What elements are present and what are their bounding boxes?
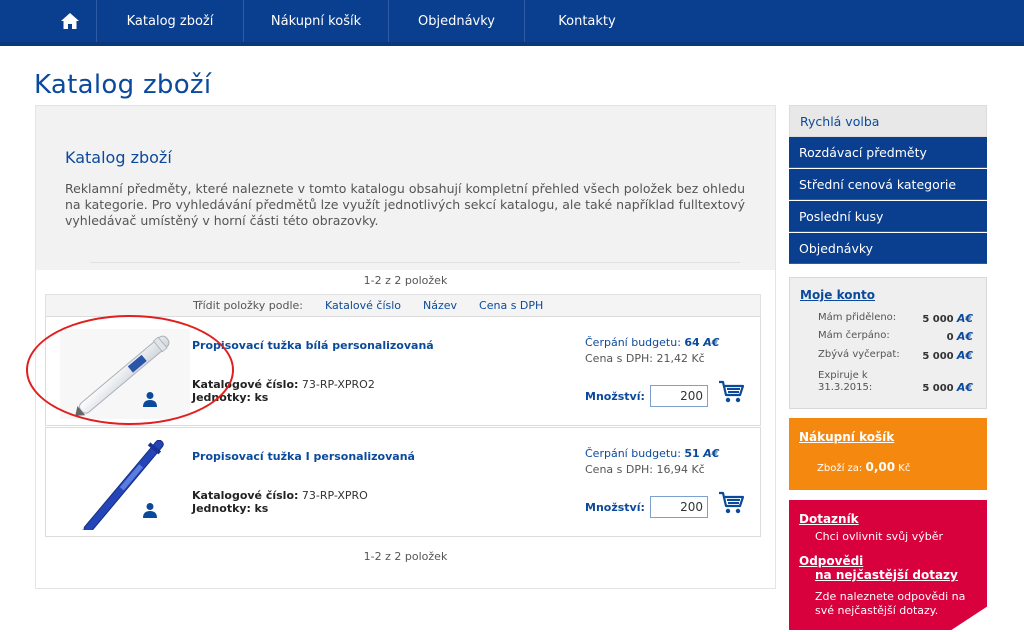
quantity-input[interactable]: [650, 496, 708, 518]
quantity-label: Množství:: [585, 501, 645, 514]
currency-icon: A€: [956, 349, 973, 362]
account-row-value: 0: [946, 332, 954, 343]
code-label: Katalogové číslo:: [192, 489, 299, 502]
account-row-expires: Expiruje k 31.3.2015: 5 000 A€: [818, 370, 973, 394]
product-units: ks: [254, 391, 269, 404]
faq-text: Zde naleznete odpovědi na své nejčastějš…: [815, 590, 966, 617]
survey-faq-box: Dotazník Chci ovlivnit svůj výběr Odpově…: [789, 500, 987, 630]
sidebar-item-giveaways[interactable]: Rozdávací předměty: [789, 137, 987, 168]
product-image-blue-pen[interactable]: [60, 440, 190, 530]
content-description: Reklamní předměty, které naleznete v tom…: [65, 181, 745, 228]
sort-label: Třídit položky podle:: [193, 299, 304, 312]
product-budget: Čerpání budgetu: 64 A€ Cena s DPH: 21,42…: [585, 335, 719, 367]
cart-link[interactable]: Nákupní košík: [799, 430, 894, 444]
cart-currency: Kč: [898, 463, 911, 474]
account-row-date: 31.3.2015:: [818, 382, 873, 393]
product-row: Propisovací tužka I personalizovaná Kata…: [45, 427, 761, 537]
currency-icon: A€: [956, 381, 973, 394]
main-nav: Katalog zboží Nákupní košík Objednávky K…: [43, 0, 649, 42]
price-label: Cena s DPH:: [585, 463, 653, 476]
add-to-cart-icon[interactable]: [718, 490, 746, 516]
product-code: 73-RP-XPRO2: [301, 378, 375, 391]
survey-link[interactable]: Dotazník: [799, 512, 859, 526]
pager-top: 1-2 z 2 položek: [363, 274, 448, 287]
product-row: Propisovací tužka bílá personalizovaná K…: [45, 316, 761, 426]
product-budget: Čerpání budgetu: 51 A€ Cena s DPH: 16,94…: [585, 446, 719, 478]
product-code: 73-RP-XPRO: [301, 489, 368, 502]
content-title: Katalog zboží: [65, 148, 172, 167]
budget-currency-icon: A€: [703, 336, 720, 349]
page-title: Katalog zboží: [34, 70, 212, 100]
account-box: Moje konto Mám přiděleno: 5 000 A€ Mám č…: [789, 277, 987, 409]
add-to-cart-icon[interactable]: [718, 379, 746, 405]
currency-icon: A€: [956, 312, 973, 325]
quantity-label: Množství:: [585, 390, 645, 403]
account-row-label: Expiruje k: [818, 370, 868, 381]
account-link[interactable]: Moje konto: [800, 288, 875, 302]
divider: [90, 262, 740, 263]
account-row-allocated: Mám přiděleno: 5 000 A€: [818, 312, 973, 325]
account-row-value: 5 000: [922, 314, 954, 325]
cart-summary-box: Nákupní košík Zboží za: 0,00 Kč: [789, 418, 987, 490]
personalization-user-icon: [143, 503, 157, 518]
account-row-value: 5 000: [922, 351, 954, 362]
budget-value: 64: [684, 336, 700, 349]
sort-by-price[interactable]: Cena s DPH: [479, 299, 543, 312]
account-row-label: Mám čerpáno:: [818, 330, 890, 341]
budget-label: Čerpání budgetu:: [585, 447, 681, 460]
sidebar-item-orders[interactable]: Objednávky: [789, 233, 987, 264]
units-label: Jednotky:: [192, 502, 251, 515]
account-row-label: Zbývá vyčerpat:: [818, 349, 900, 360]
home-icon: [60, 13, 79, 29]
code-label: Katalogové číslo:: [192, 378, 299, 391]
account-row-value: 5 000: [922, 383, 954, 394]
product-meta: Katalogové číslo: 73-RP-XPRO2 Jednotky: …: [192, 378, 375, 404]
account-row-spent: Mám čerpáno: 0 A€: [818, 330, 973, 343]
nav-katalog[interactable]: Katalog zboží: [97, 0, 244, 42]
cart-total-value: 0,00: [865, 460, 896, 474]
quantity-input[interactable]: [650, 385, 708, 407]
price-value: 16,94 Kč: [656, 463, 705, 476]
price-value: 21,42 Kč: [656, 352, 705, 365]
top-navbar: Katalog zboží Nákupní košík Objednávky K…: [0, 0, 1024, 46]
sort-by-name[interactable]: Název: [423, 299, 457, 312]
product-name[interactable]: Propisovací tužka bílá personalizovaná: [192, 339, 434, 352]
budget-value: 51: [684, 447, 700, 460]
product-meta: Katalogové číslo: 73-RP-XPRO Jednotky: k…: [192, 489, 368, 515]
price-label: Cena s DPH:: [585, 352, 653, 365]
faq-link-line1: Odpovědi: [799, 554, 864, 568]
personalization-user-icon: [143, 392, 157, 407]
units-label: Jednotky:: [192, 391, 251, 404]
sidebar-item-last-pieces[interactable]: Poslední kusy: [789, 201, 987, 232]
cart-total-label: Zboží za:: [817, 463, 863, 474]
product-units: ks: [254, 502, 269, 515]
sidebar-quick-header: Rychlá volba: [789, 105, 987, 137]
pager-bottom: 1-2 z 2 položek: [363, 550, 448, 563]
nav-kontakty[interactable]: Kontakty: [525, 0, 649, 42]
currency-icon: A€: [956, 330, 973, 343]
account-row-label: Mám přiděleno:: [818, 312, 897, 323]
budget-label: Čerpání budgetu:: [585, 336, 681, 349]
product-name[interactable]: Propisovací tužka I personalizovaná: [192, 450, 415, 463]
cart-total: Zboží za: 0,00 Kč: [817, 460, 910, 474]
survey-text: Chci ovlivnit svůj výběr: [815, 530, 944, 543]
faq-link[interactable]: Odpovědi na nejčastější dotazy: [799, 554, 958, 582]
product-image-white-pen[interactable]: [60, 329, 190, 419]
account-row-remaining: Zbývá vyčerpat: 5 000 A€: [818, 349, 973, 362]
nav-objednavky[interactable]: Objednávky: [389, 0, 525, 42]
faq-link-line2: na nejčastější dotazy: [815, 568, 958, 582]
budget-currency-icon: A€: [703, 447, 720, 460]
sort-bar: Třídit položky podle: Katalové číslo Náz…: [45, 294, 761, 316]
sort-by-code[interactable]: Katalové číslo: [325, 299, 401, 312]
home-button[interactable]: [43, 0, 97, 42]
sidebar-item-mid-price[interactable]: Střední cenová kategorie: [789, 169, 987, 200]
nav-kosik[interactable]: Nákupní košík: [244, 0, 389, 42]
